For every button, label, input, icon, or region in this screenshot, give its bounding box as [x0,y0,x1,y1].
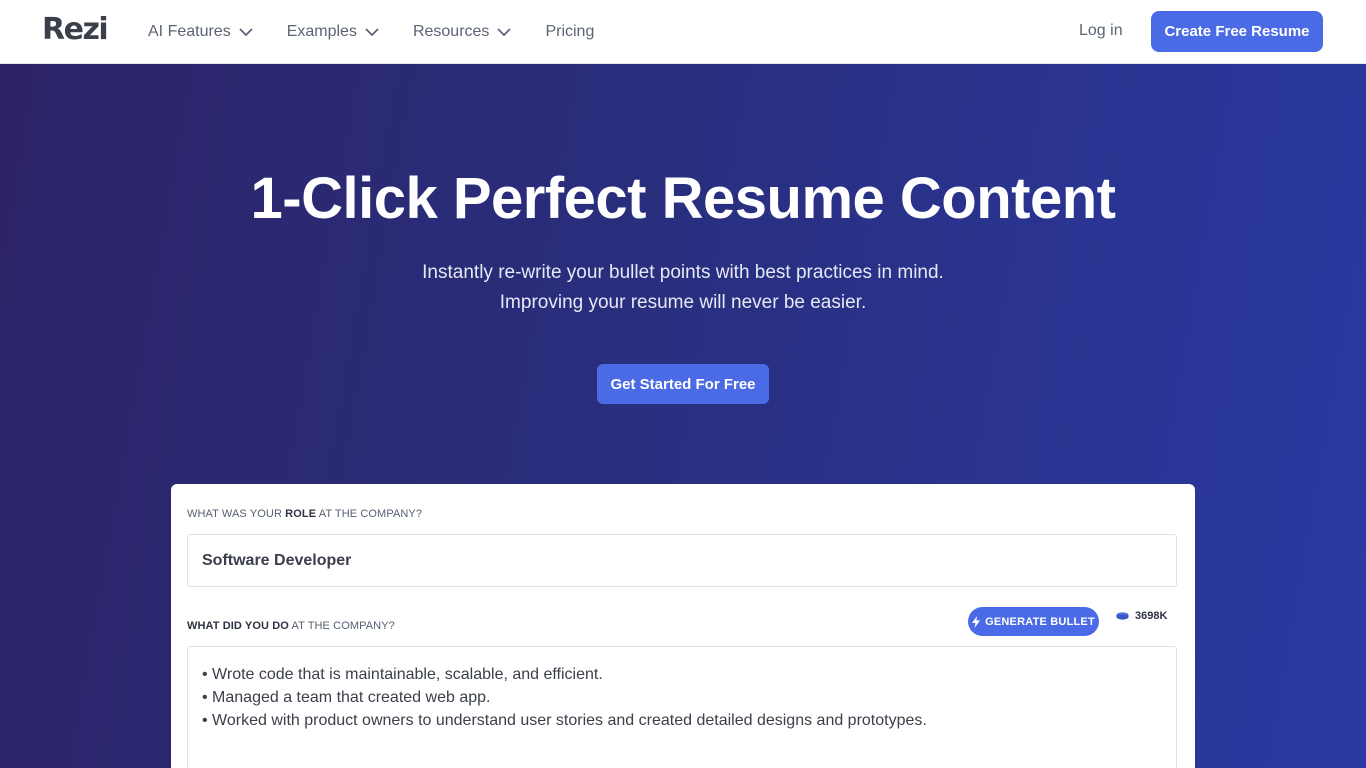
bullet-item: • Managed a team that created web app. [202,689,491,706]
tasks-question-suffix: AT THE COMPANY? [291,620,395,632]
hero-section: 1-Click Perfect Resume Content Instantly… [0,64,1366,768]
token-balance: 3698K [1116,610,1167,622]
nav-resources[interactable]: Resources [412,23,512,41]
role-input[interactable] [187,534,1177,587]
role-question-emphasis: ROLE [285,508,317,520]
chevron-down-icon [365,27,379,36]
role-question-label: WHAT WAS YOUR ROLE AT THE COMPANY? [187,508,422,520]
hero-subtitle-line-2: Improving your resume will never be easi… [499,292,867,313]
get-started-button[interactable]: Get Started For Free [597,364,769,404]
role-question-suffix: AT THE COMPANY? [318,508,423,520]
hero-subtitle: Instantly re-write your bullet points wi… [0,258,1366,318]
login-link[interactable]: Log in [1079,22,1123,40]
tasks-question-label: WHAT DID YOU DO AT THE COMPANY? [187,620,395,632]
create-free-resume-button[interactable]: Create Free Resume [1151,11,1323,52]
hero-subtitle-line-1: Instantly re-write your bullet points wi… [422,262,944,283]
nav-examples[interactable]: Examples [287,23,379,41]
chevron-down-icon [497,27,512,36]
nav-examples-label: Examples [286,23,357,40]
coin-stack-icon [1116,611,1129,620]
nav-pricing-label: Pricing [545,23,595,40]
nav-pricing[interactable]: Pricing [545,23,594,41]
generate-bullet-label: GENERATE BULLET [985,615,1095,628]
chevron-down-icon [239,27,253,36]
nav-resources-label: Resources [412,23,490,40]
generate-bullet-button[interactable]: GENERATE BULLET [968,607,1099,636]
hero-title: 1-Click Perfect Resume Content [250,166,1116,231]
nav-ai-features[interactable]: AI Features [148,23,253,41]
bullet-generator-card: WHAT WAS YOUR ROLE AT THE COMPANY? WHAT … [171,484,1195,768]
token-count: 3698K [1135,610,1168,622]
lightning-icon [972,615,981,628]
top-navbar: Rezi AI Features Examples Resources Pric… [0,0,1366,64]
tasks-question-emphasis: WHAT DID YOU DO [187,620,289,632]
nav-ai-features-label: AI Features [148,23,231,40]
bullet-item: • Wrote code that is maintainable, scala… [202,666,603,683]
role-question-prefix: WHAT WAS YOUR [187,508,283,520]
rezi-logo[interactable]: Rezi [42,12,109,47]
main-menu: AI Features Examples Resources Pricing [148,0,628,64]
bullets-textarea[interactable]: • Wrote code that is maintainable, scala… [187,646,1177,768]
bullet-item: • Worked with product owners to understa… [202,712,927,729]
